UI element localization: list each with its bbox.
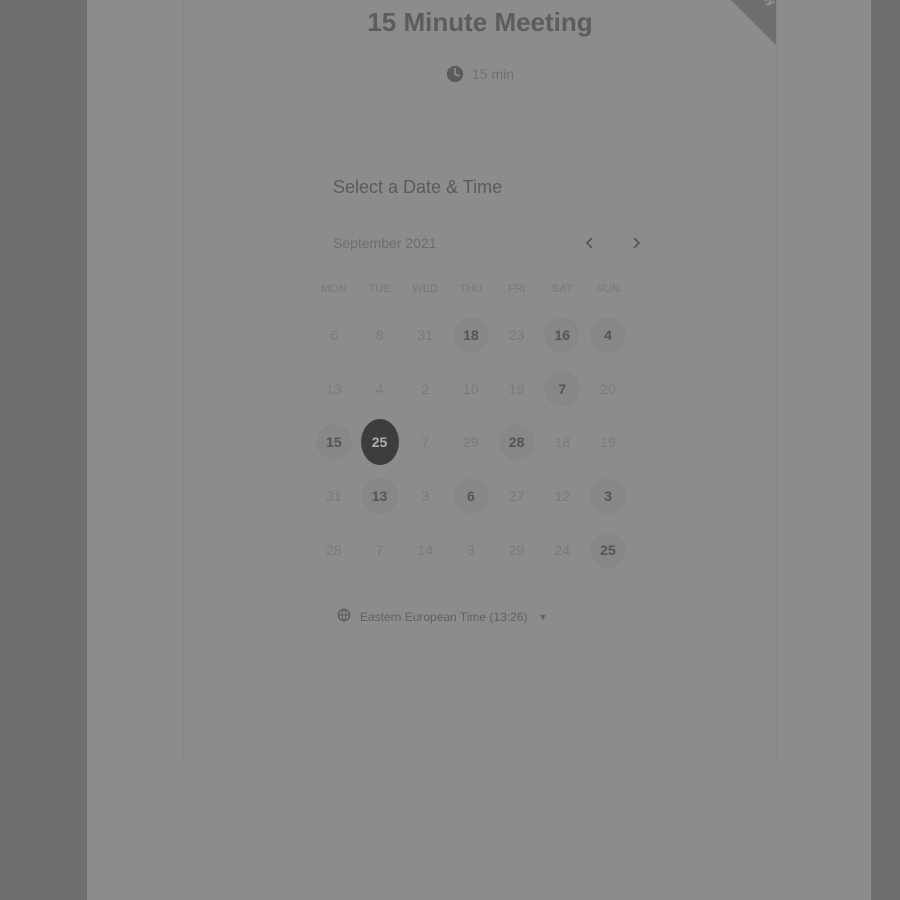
- next-month-button[interactable]: [626, 233, 646, 253]
- calendar-day-unavailable: 6: [311, 308, 357, 362]
- weekday-label: WED: [412, 283, 439, 295]
- caret-down-icon: ▼: [538, 611, 548, 622]
- calendar-day-unavailable: 29: [494, 523, 540, 577]
- calendar-day-number: 7: [543, 369, 582, 408]
- calendar-day-unavailable: 23: [494, 308, 540, 362]
- calendar-day-available[interactable]: 3: [585, 469, 631, 523]
- calendar-day-number: 4: [588, 315, 627, 354]
- calendar-day-number: 14: [417, 541, 433, 558]
- timezone-label: Eastern European Time (13:26): [360, 609, 528, 624]
- calendar-day-unavailable: 31: [402, 308, 448, 362]
- weekday-label: MON: [321, 283, 347, 295]
- calendar-day-number: 23: [508, 326, 525, 343]
- calendar-day-number: 3: [588, 476, 627, 515]
- calendar-day-unavailable: 19: [494, 362, 540, 416]
- calendar-day-available[interactable]: 28: [494, 415, 540, 469]
- timezone-selector[interactable]: Eastern European Time (13:26) ▼: [337, 608, 547, 625]
- calendar-day-number: 29: [508, 541, 525, 558]
- calendar-day-unavailable: 10: [448, 362, 494, 416]
- calendar-day-number: 10: [463, 380, 479, 397]
- calendar-day-number: 3: [467, 541, 475, 558]
- calendar-day-number: 28: [326, 541, 342, 558]
- calendar-day-available[interactable]: 18: [448, 308, 494, 362]
- month-label: September 2021: [333, 235, 437, 251]
- calendar-day-available[interactable]: 15: [311, 415, 357, 469]
- calendar-day-unavailable: 8: [357, 308, 403, 362]
- calendar-day-unavailable: 7: [357, 523, 403, 577]
- calendar-day-number: 6: [451, 476, 490, 515]
- month-nav-buttons: [580, 233, 646, 253]
- calendar-day-number: 4: [375, 380, 384, 397]
- calendar-day-number: 19: [508, 380, 525, 397]
- calendar-day-number: 18: [554, 434, 571, 451]
- calendar-day-number: 20: [600, 380, 616, 397]
- calendar-day-unavailable: 13: [311, 362, 357, 416]
- calendar-grid: 6 8 31 18 23 16 4 13 4 2 10 19 7 20 15 25 7 29 28 18 19 31 13 3…: [311, 308, 631, 576]
- calendar-day-number: 25: [588, 530, 627, 569]
- calendar-day-available[interactable]: 25: [585, 523, 631, 577]
- calendar-day-available[interactable]: 13: [357, 469, 403, 523]
- duration-label: 15 min: [471, 66, 515, 82]
- calendar-day-unavailable: 31: [311, 469, 357, 523]
- weekday-label: FRI: [507, 283, 526, 295]
- calendar-day-unavailable: 2: [402, 362, 448, 416]
- calendar-day-number: 27: [508, 487, 525, 504]
- calendar-day-available[interactable]: 16: [539, 308, 585, 362]
- booking-page: ly 15 Minute Meeting 15 min Select a Dat…: [87, 0, 871, 900]
- select-date-heading: Select a Date & Time: [333, 177, 503, 197]
- calendar-day-unavailable: 7: [402, 415, 448, 469]
- chevron-right-icon: [633, 237, 641, 249]
- calendar-day-number: 16: [543, 315, 582, 354]
- weekday-label: THU: [459, 283, 483, 295]
- calendar-day-number: 24: [554, 541, 571, 558]
- calendar-day-number: 6: [329, 326, 338, 343]
- calendar-day-number: 13: [326, 380, 342, 397]
- calendar-day-number: 28: [497, 423, 536, 462]
- calendar-day-number: 7: [375, 541, 384, 558]
- calendar-day-number: 19: [600, 434, 616, 451]
- weekday-header: MON TUE WED THU FRI SAT SUN: [311, 283, 631, 295]
- calendar-day-available[interactable]: 4: [585, 308, 631, 362]
- calendar-day-unavailable: 20: [585, 362, 631, 416]
- calendar-day-number: 31: [417, 326, 433, 343]
- calendar-day-unavailable: 28: [311, 523, 357, 577]
- calendar-day-number: 25: [360, 419, 399, 466]
- month-navigation: September 2021: [333, 233, 641, 253]
- calendar-day-number: 31: [326, 487, 342, 504]
- calendar-day-unavailable: 27: [494, 469, 540, 523]
- calendar-day-unavailable: 19: [585, 415, 631, 469]
- calendar-day-number: 18: [451, 315, 490, 354]
- calendar-day-number: 7: [421, 434, 430, 451]
- weekday-label: SAT: [551, 283, 573, 295]
- chevron-left-icon: [585, 237, 593, 249]
- calendar-day-number: 12: [554, 487, 571, 504]
- calendar-day-selected[interactable]: 25: [357, 415, 403, 469]
- calendar-day-available[interactable]: 6: [448, 469, 494, 523]
- calendar-day-unavailable: 12: [539, 469, 585, 523]
- calendar-day-unavailable: 14: [402, 523, 448, 577]
- calendar-day-unavailable: 18: [539, 415, 585, 469]
- calendar-day-number: 8: [375, 326, 384, 343]
- calendar-day-number: 15: [314, 423, 353, 462]
- previous-month-button[interactable]: [580, 233, 600, 253]
- event-duration: 15 min: [184, 65, 776, 83]
- event-card: ly 15 Minute Meeting 15 min Select a Dat…: [183, 0, 777, 766]
- calendar-day-number: 13: [360, 476, 399, 515]
- calendar-day-available[interactable]: 7: [539, 362, 585, 416]
- globe-icon: [337, 608, 351, 625]
- event-title: 15 Minute Meeting: [367, 7, 593, 37]
- weekday-label: SUN: [596, 283, 620, 295]
- calendar-day-unavailable: 24: [539, 523, 585, 577]
- calendar-day-number: 3: [421, 487, 430, 504]
- weekday-label: TUE: [368, 283, 391, 295]
- calendar-day-unavailable: 3: [448, 523, 494, 577]
- calendar-day-number: 2: [421, 380, 430, 397]
- calendar-day-unavailable: 29: [448, 415, 494, 469]
- calendar-day-unavailable: 4: [357, 362, 403, 416]
- calendar-day-unavailable: 3: [402, 469, 448, 523]
- calendar-day-number: 29: [463, 434, 479, 451]
- clock-icon: [446, 65, 464, 83]
